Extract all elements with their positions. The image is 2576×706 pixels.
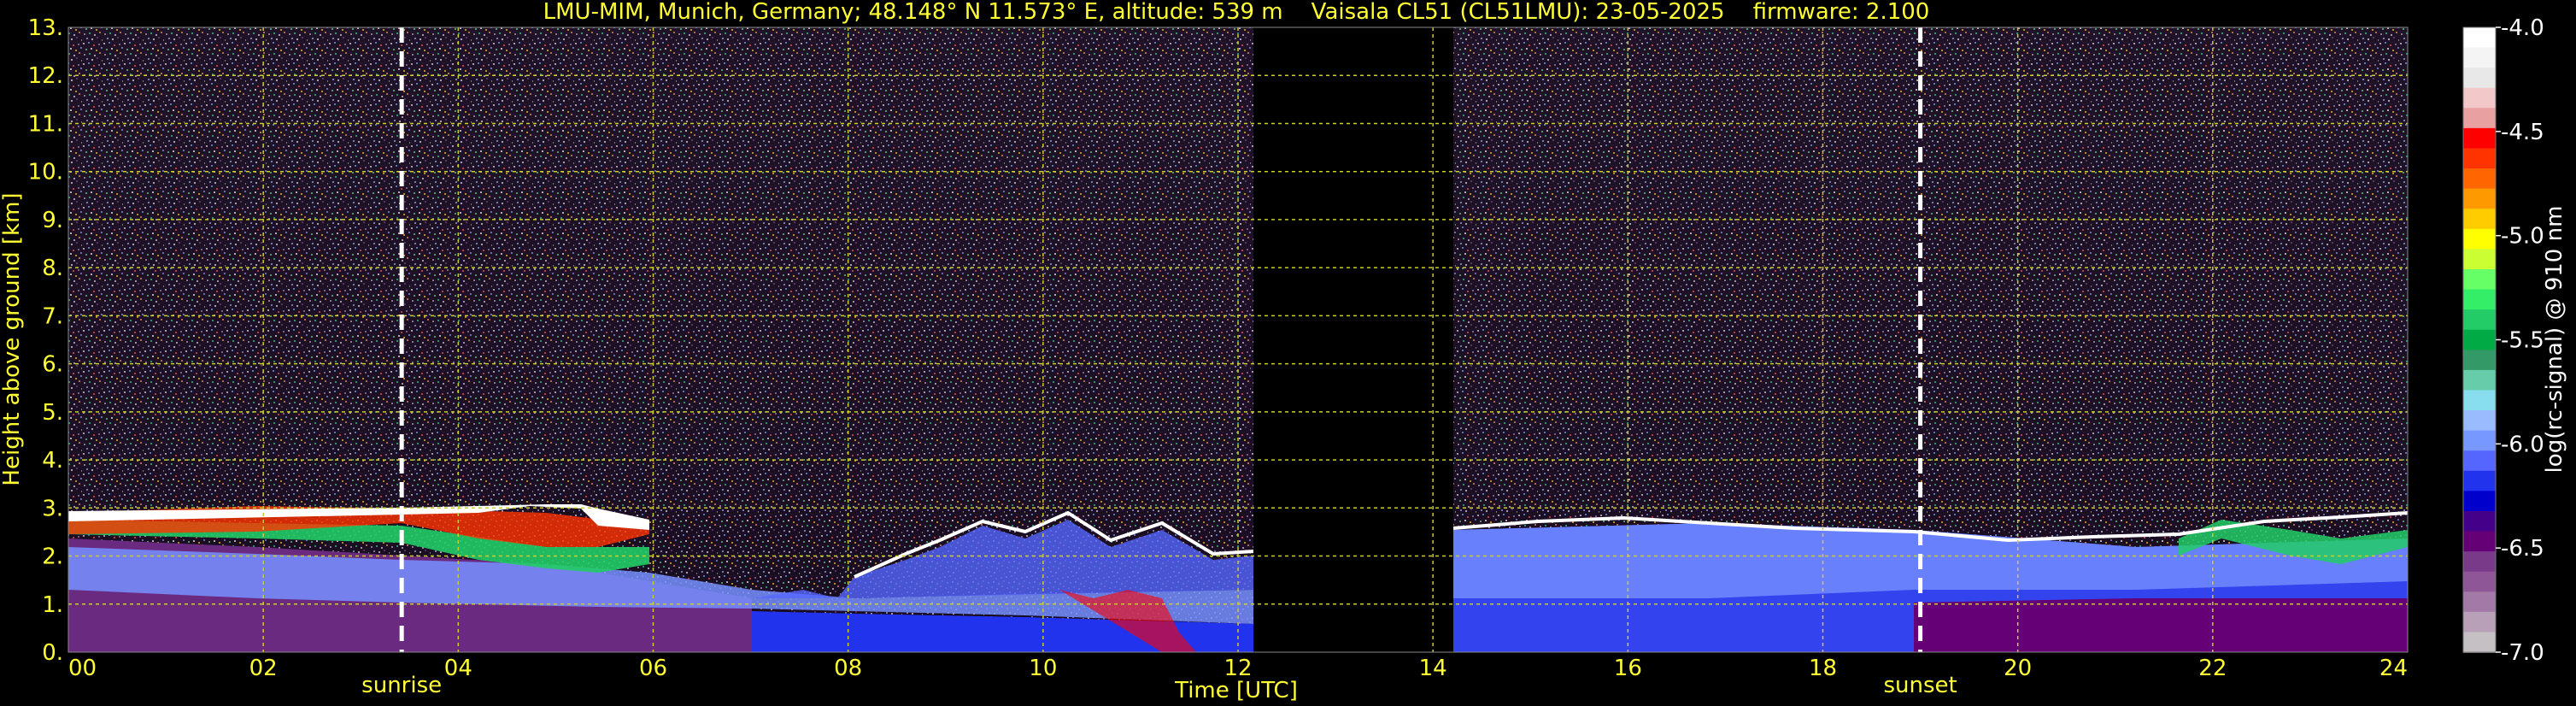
colorbar-tick-label: -6.0 [2501, 432, 2544, 457]
ceilometer-chart: 00 02 04 06 08 10 12 14 16 18 20 22 24 0.1.2.3.4.5.6… [0, 0, 2567, 703]
colorbar-tick-label: -5.0 [2501, 224, 2544, 250]
x-tick-label: 22 [2198, 656, 2227, 681]
event-label-sunrise: sunrise [361, 673, 442, 698]
y-tick-label: 6. [42, 352, 63, 378]
colorbar-tick-label: -4.5 [2501, 120, 2544, 145]
x-tick-label: 16 [1614, 656, 1642, 681]
y-tick-label: 8. [42, 256, 63, 281]
boundary-layer-right-purple [1914, 598, 2408, 652]
x-axis-label: Time [UTC] [1174, 678, 1298, 703]
colorbar-segment [2463, 350, 2496, 371]
colorbar [2462, 26, 2497, 653]
colorbar-segment [2463, 148, 2496, 169]
colorbar-segment [2463, 228, 2496, 250]
x-tick-label: 18 [1809, 656, 1837, 681]
y-axis-label: Height above ground [km] [0, 192, 25, 485]
colorbar-segment [2463, 309, 2496, 331]
colorbar-segment [2463, 188, 2496, 210]
colorbar-segment [2463, 491, 2496, 512]
colorbar-tick-label: -6.5 [2501, 536, 2544, 562]
y-tick-label: 4. [42, 448, 63, 474]
colorbar-tick-labels: -4.0 -4.5 -5.0 -5.5 -6.0 -6.5 -7.0 [2496, 15, 2544, 666]
colorbar-segment [2463, 289, 2496, 310]
colorbar-segment [2463, 268, 2496, 291]
plot-area [68, 27, 2408, 652]
colorbar-tick-label: -5.5 [2501, 328, 2544, 354]
colorbar-segment [2463, 510, 2496, 532]
chart-title: LMU-MIM, Munich, Germany; 48.148° N 11.5… [543, 0, 1930, 25]
y-tick-label: 9. [42, 208, 63, 233]
x-tick-label: 02 [249, 656, 278, 681]
colorbar-segment [2463, 108, 2496, 129]
colorbar-segment [2463, 591, 2496, 613]
colorbar-segment [2463, 410, 2496, 432]
colorbar-segment [2463, 329, 2496, 351]
y-tick-label: 0. [42, 640, 63, 666]
colorbar-segment [2463, 87, 2496, 109]
colorbar-segment [2463, 430, 2496, 451]
y-tick-label: 11. [28, 111, 63, 137]
colorbar-segment [2463, 249, 2496, 270]
y-tick-labels: 0. 1. 2. 3. 4. 5. 6. 7. 8. 9. 10. 11. 12. 13. [28, 15, 63, 666]
colorbar-segment [2463, 571, 2496, 593]
colorbar-segment [2463, 127, 2496, 150]
x-tick-label: 20 [2004, 656, 2032, 681]
x-tick-label: 06 [639, 656, 667, 681]
colorbar-segment [2463, 611, 2496, 633]
y-tick-label: 2. [42, 544, 63, 570]
x-tick-label: 14 [1419, 656, 1447, 681]
colorbar-segment [2463, 168, 2496, 190]
x-tick-label: 04 [444, 656, 472, 681]
x-tick-label: 10 [1029, 656, 1057, 681]
y-tick-label: 10. [28, 160, 63, 185]
y-tick-label: 3. [42, 496, 63, 521]
x-tick-label: 08 [834, 656, 862, 681]
event-labels: sunrise sunset [361, 673, 1957, 698]
x-tick-label: 24 [2379, 656, 2408, 681]
missing-data-gap [1253, 27, 1453, 652]
colorbar-tick-label: -7.0 [2501, 640, 2544, 666]
colorbar-segment [2463, 47, 2496, 68]
colorbar-segment [2463, 27, 2496, 49]
colorbar-label: log(rc-signal) @ 910 nm [2542, 206, 2567, 474]
colorbar-segment [2463, 450, 2496, 472]
colorbar-segment [2463, 209, 2496, 230]
y-tick-label: 1. [42, 592, 63, 618]
y-tick-label: 5. [42, 400, 63, 426]
colorbar-segment [2463, 470, 2496, 492]
y-tick-label: 13. [28, 15, 63, 41]
colorbar-segment [2463, 551, 2496, 573]
colorbar-tick-label: -4.0 [2501, 15, 2544, 41]
colorbar-segment [2463, 632, 2496, 653]
event-label-sunset: sunset [1883, 673, 1957, 698]
x-tick-label: 00 [68, 656, 97, 681]
y-tick-label: 12. [28, 63, 63, 89]
colorbar-segment [2463, 68, 2496, 89]
colorbar-segment [2463, 369, 2496, 391]
y-tick-label: 7. [42, 303, 63, 329]
colorbar-segment [2463, 531, 2496, 552]
colorbar-segment [2463, 390, 2496, 411]
